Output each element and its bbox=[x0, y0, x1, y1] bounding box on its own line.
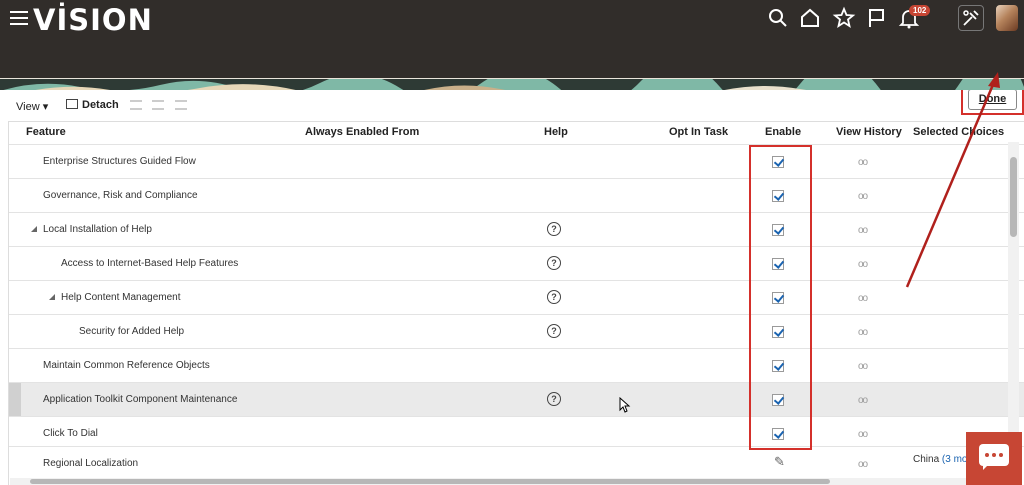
detach-icon bbox=[66, 99, 78, 109]
feature-name: Regional Localization bbox=[43, 458, 139, 469]
flag-icon[interactable] bbox=[864, 6, 888, 30]
star-icon[interactable] bbox=[832, 6, 856, 30]
help-circle-icon[interactable]: ? bbox=[547, 392, 561, 406]
enable-column-highlight bbox=[749, 145, 812, 450]
table-row[interactable]: Click To Dial oo bbox=[9, 416, 1024, 450]
freeze-icon bbox=[130, 100, 142, 110]
wrap-icon bbox=[152, 100, 164, 110]
menu-icon[interactable] bbox=[10, 11, 28, 25]
feature-name: Security for Added Help bbox=[79, 326, 185, 337]
help-circle-icon[interactable]: ? bbox=[547, 256, 561, 270]
detach-label: Detach bbox=[82, 99, 119, 111]
expand-icon bbox=[175, 100, 187, 110]
col-opt-in-task[interactable]: Opt In Task bbox=[669, 126, 728, 138]
col-selected-choices[interactable]: Selected Choices bbox=[913, 126, 1004, 138]
glasses-icon[interactable]: oo bbox=[858, 157, 868, 168]
glasses-icon[interactable]: oo bbox=[858, 429, 868, 440]
search-icon[interactable] bbox=[766, 6, 790, 30]
col-view-history[interactable]: View History bbox=[836, 126, 902, 138]
table-row[interactable]: Governance, Risk and Compliance oo bbox=[9, 178, 1024, 212]
help-circle-icon[interactable]: ? bbox=[547, 290, 561, 304]
features-table: Feature Always Enabled From Help Opt In … bbox=[8, 121, 1024, 485]
expand-collapse-icon[interactable] bbox=[31, 226, 37, 232]
decorative-banner bbox=[0, 78, 1024, 90]
table-row[interactable]: Access to Internet-Based Help Features? o… bbox=[9, 246, 1024, 280]
pencil-icon[interactable]: ✎ bbox=[774, 454, 785, 470]
horizontal-scrollbar[interactable] bbox=[10, 478, 1010, 485]
col-help[interactable]: Help bbox=[544, 126, 568, 138]
top-navigation-bar: VİSION 102 bbox=[0, 0, 1024, 40]
feature-name: Click To Dial bbox=[43, 428, 98, 439]
feature-name: Maintain Common Reference Objects bbox=[43, 360, 210, 371]
glasses-icon[interactable]: oo bbox=[858, 225, 868, 236]
help-circle-icon[interactable]: ? bbox=[547, 324, 561, 338]
detach-button[interactable]: Detach bbox=[66, 99, 119, 111]
vertical-scrollbar[interactable] bbox=[1008, 142, 1019, 472]
table-row[interactable]: Application Toolkit Component Maintenanc… bbox=[9, 382, 1024, 417]
settings-button[interactable] bbox=[958, 5, 984, 31]
settings-icon bbox=[963, 10, 979, 26]
avatar[interactable] bbox=[996, 5, 1018, 31]
chat-button[interactable] bbox=[966, 432, 1022, 485]
view-menu[interactable]: View ▾ bbox=[16, 100, 48, 113]
app-logo[interactable]: VİSION bbox=[33, 3, 153, 37]
table-header: Feature Always Enabled From Help Opt In … bbox=[9, 122, 1024, 143]
feature-name: Local Installation of Help bbox=[43, 224, 152, 235]
glasses-icon[interactable]: oo bbox=[858, 191, 868, 202]
table-toolbar: View ▾ Detach bbox=[0, 95, 1024, 117]
col-feature[interactable]: Feature bbox=[26, 126, 66, 138]
notification-badge: 102 bbox=[909, 5, 931, 16]
home-icon[interactable] bbox=[798, 6, 822, 30]
glasses-icon[interactable]: oo bbox=[858, 361, 868, 372]
feature-name: Application Toolkit Component Maintenanc… bbox=[43, 394, 238, 405]
glasses-icon[interactable]: oo bbox=[858, 327, 868, 338]
expand-collapse-icon[interactable] bbox=[49, 294, 55, 300]
glasses-icon[interactable]: oo bbox=[858, 459, 868, 470]
glasses-icon[interactable]: oo bbox=[858, 293, 868, 304]
table-row[interactable]: Local Installation of Help? oo bbox=[9, 212, 1024, 246]
help-circle-icon[interactable]: ? bbox=[547, 222, 561, 236]
page-header: Edit Features: Financials ? Done bbox=[0, 40, 1024, 115]
chat-icon bbox=[979, 444, 1009, 470]
glasses-icon[interactable]: oo bbox=[858, 395, 868, 406]
feature-name: Governance, Risk and Compliance bbox=[43, 190, 198, 201]
table-row[interactable]: Regional Localization ✎ oo China (3 more bbox=[9, 446, 1024, 480]
table-row[interactable]: Security for Added Help? oo bbox=[9, 314, 1024, 348]
glasses-icon[interactable]: oo bbox=[858, 259, 868, 270]
table-row[interactable]: Help Content Management? oo bbox=[9, 280, 1024, 314]
feature-name: Enterprise Structures Guided Flow bbox=[43, 156, 196, 167]
table-row[interactable]: Maintain Common Reference Objects oo bbox=[9, 348, 1024, 382]
table-row[interactable]: Enterprise Structures Guided Flow oo bbox=[9, 144, 1024, 178]
col-always-enabled-from[interactable]: Always Enabled From bbox=[305, 126, 419, 138]
mouse-cursor-icon bbox=[619, 397, 631, 413]
feature-name: Help Content Management bbox=[61, 292, 181, 303]
feature-name: Access to Internet-Based Help Features bbox=[61, 258, 239, 269]
col-enable[interactable]: Enable bbox=[765, 126, 801, 138]
